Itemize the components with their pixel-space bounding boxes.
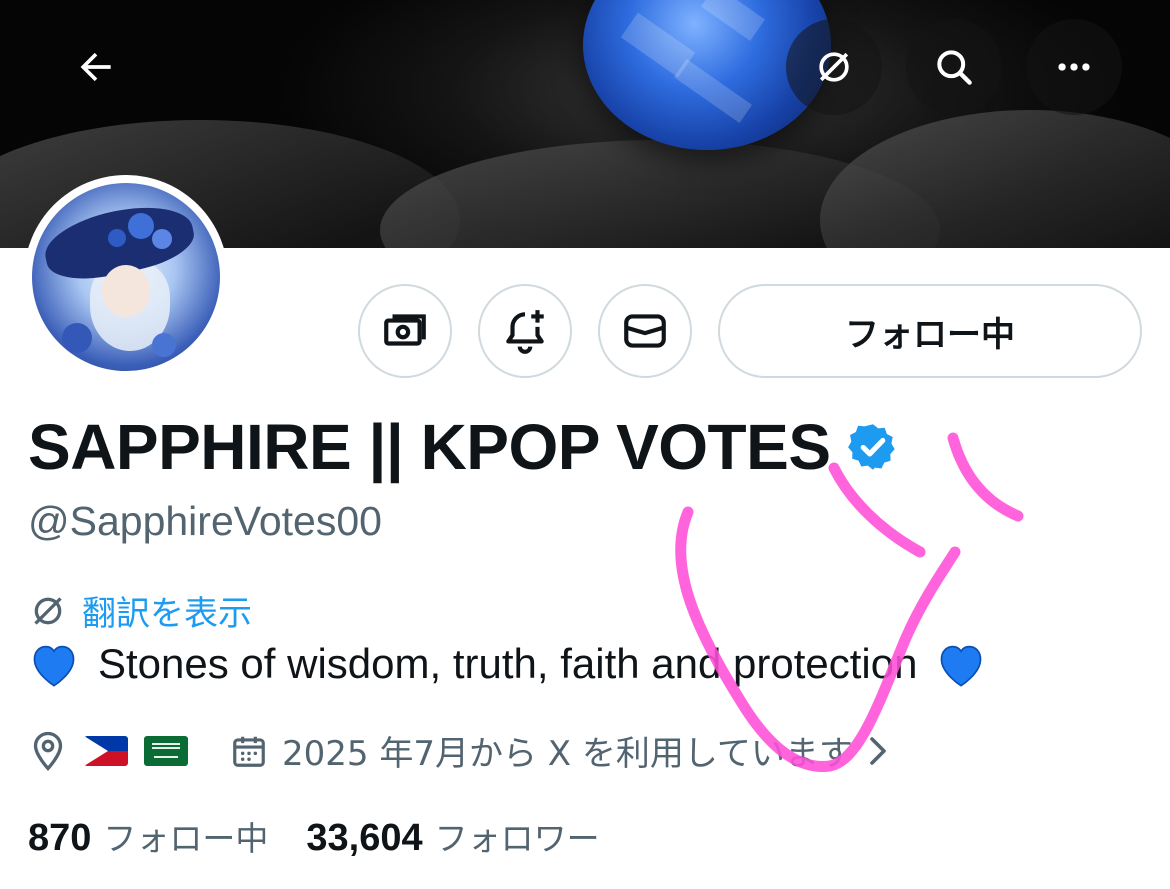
- translate-profile-button[interactable]: [786, 19, 882, 115]
- name-row: SAPPHIRE || KPOP VOTES: [28, 410, 899, 484]
- avatar-image: [32, 183, 220, 371]
- more-icon: [1058, 63, 1090, 71]
- verified-badge-icon[interactable]: [847, 421, 899, 473]
- chevron-right-icon[interactable]: [863, 733, 893, 769]
- calendar-icon: [233, 736, 265, 767]
- philippines-flag-icon: [84, 735, 128, 766]
- notify-button[interactable]: [478, 284, 572, 378]
- bio: Stones of wisdom, truth, faith and prote…: [28, 640, 987, 688]
- user-handle: @SapphireVotes00: [28, 498, 382, 544]
- bio-text: Stones of wisdom, truth, faith and prote…: [98, 640, 918, 687]
- translate-label: 翻訳を表示: [82, 594, 252, 634]
- joined-date[interactable]: 2025 年7月から X を利用しています: [282, 726, 853, 775]
- following-count[interactable]: 870: [28, 817, 91, 860]
- message-button[interactable]: [598, 284, 692, 378]
- search-icon: [937, 50, 972, 85]
- banner-rock: [820, 110, 1170, 248]
- envelope-icon: [624, 314, 666, 348]
- tip-button[interactable]: [358, 284, 452, 378]
- profile-meta: 2025 年7月から X を利用しています: [28, 726, 893, 775]
- arrow-left-icon: [80, 52, 111, 82]
- translate-bio-link[interactable]: 翻訳を表示: [28, 586, 252, 635]
- bell-plus-icon: [506, 310, 544, 354]
- translate-icon: [34, 596, 62, 625]
- following-button[interactable]: フォロー中: [718, 284, 1142, 378]
- display-name: SAPPHIRE || KPOP VOTES: [28, 411, 831, 483]
- more-button[interactable]: [1026, 19, 1122, 115]
- translate-icon: [819, 52, 849, 82]
- following-label[interactable]: フォロー中: [103, 812, 268, 860]
- saudi-arabia-flag-icon: [144, 735, 188, 766]
- follow-stats: 870 フォロー中 33,604 フォロワー: [28, 812, 600, 860]
- avatar[interactable]: [24, 175, 228, 379]
- followers-count[interactable]: 33,604: [306, 817, 422, 860]
- money-icon: [384, 314, 426, 346]
- blue-heart-icon: [33, 645, 75, 687]
- blue-heart-icon: [941, 645, 982, 687]
- followers-label[interactable]: フォロワー: [435, 812, 600, 860]
- back-button[interactable]: [48, 19, 144, 115]
- location-pin-icon: [33, 731, 63, 771]
- search-button[interactable]: [906, 19, 1002, 115]
